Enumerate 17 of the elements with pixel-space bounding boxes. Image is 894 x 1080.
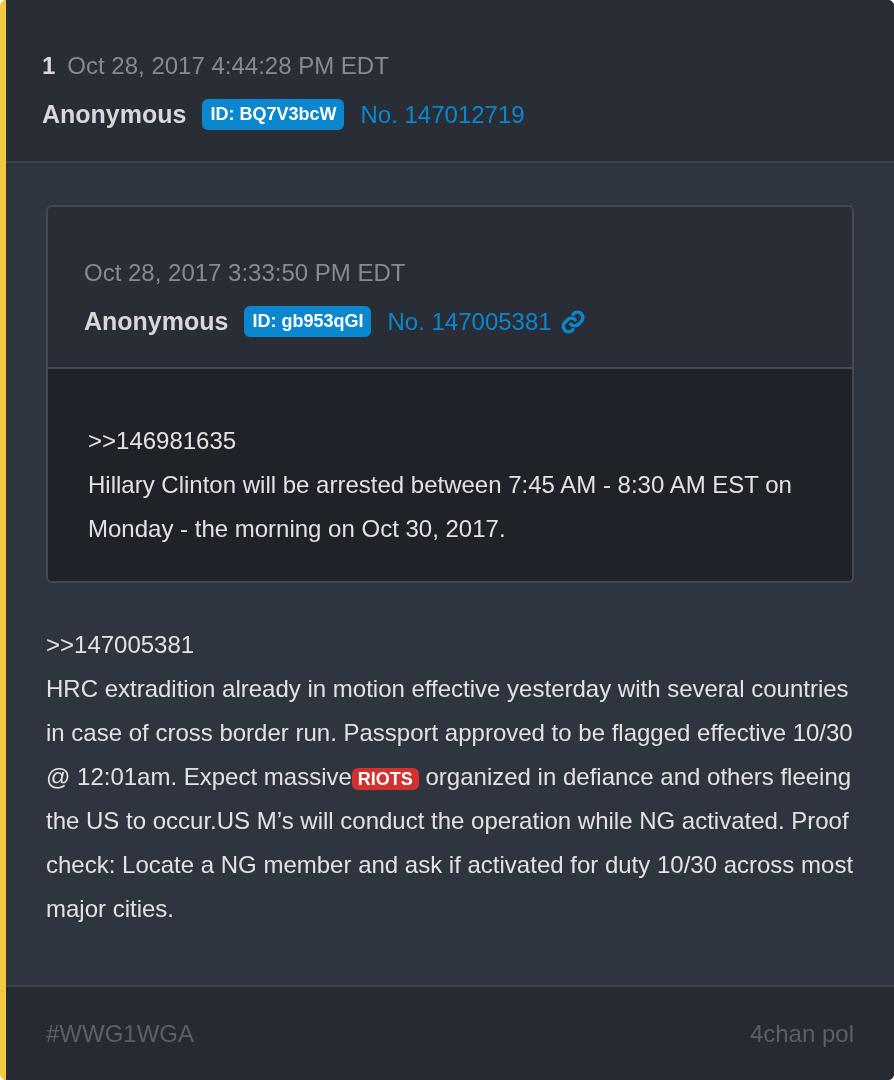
id-tag: ID: gb953qGI <box>244 306 372 338</box>
riots-tag: RIOTS <box>351 768 419 790</box>
reply-reference[interactable]: >>147005381 <box>46 623 854 667</box>
author-name: Anonymous <box>42 99 187 130</box>
quoted-text: Hillary Clinton will be arrested between 7:45 AM - 8:30 AM EST on Monday - the morning on Oct 30, 2017. <box>88 470 793 544</box>
hashtag[interactable]: #WWG1WGA <box>46 1015 194 1052</box>
reply-reference[interactable]: >>146981635 <box>88 419 812 463</box>
link-icon[interactable] <box>559 308 586 335</box>
post-link[interactable]: No. 147012719 <box>360 96 525 133</box>
post-number: 1 <box>42 51 56 81</box>
post-text: HRC extradition already in motion effective yesterday with several countries in case of cross border run. Passport approved to be flagged effective 10/30 @ 12:01am. Expect massive RIOTS organized in defiance and others fleeing the US to occur.US M’s will conduct the operation while NG activated. Proof check: Locate a NG member and ask if activated for duty 10/30 across most major cities. <box>46 674 854 924</box>
id-tag: ID: BQ7V3bcW <box>202 99 345 131</box>
author-name: Anonymous <box>84 306 229 337</box>
source-label: 4chan pol <box>749 1018 854 1049</box>
post-link[interactable]: No. 147005381 <box>387 303 552 340</box>
timestamp: Oct 28, 2017 3:33:50 PM EDT <box>84 258 407 288</box>
timestamp: Oct 28, 2017 4:44:28 PM EDT <box>67 51 389 81</box>
